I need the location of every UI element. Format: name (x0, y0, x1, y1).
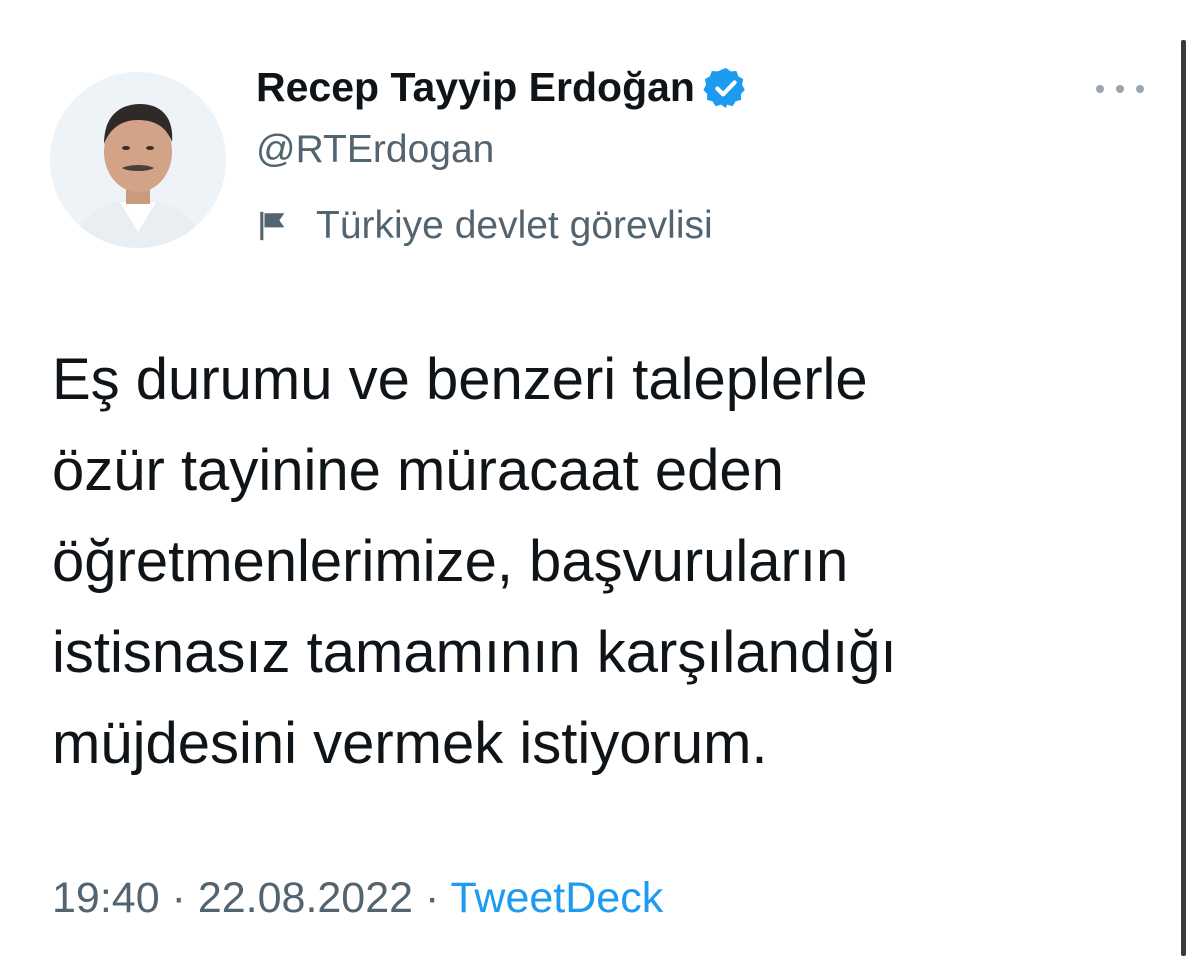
account-label: Türkiye devlet görevlisi (316, 204, 713, 247)
tweet-card: Recep Tayyip Erdoğan @RTErdogan Türkiye … (0, 0, 1199, 956)
verified-badge-icon (703, 65, 749, 111)
author-name-row[interactable]: Recep Tayyip Erdoğan (256, 64, 749, 111)
meta-separator-2: · (425, 874, 440, 922)
more-options-icon[interactable] (1096, 74, 1144, 104)
author-handle[interactable]: @RTErdogan (256, 128, 494, 172)
meta-separator: · (171, 874, 186, 922)
scrollbar[interactable] (1181, 40, 1186, 956)
tweet-meta: 19:40 · 22.08.2022 · TweetDeck (52, 874, 663, 923)
author-display-name[interactable]: Recep Tayyip Erdoğan (256, 64, 695, 111)
account-label-row[interactable]: Türkiye devlet görevlisi (256, 204, 713, 248)
tweet-date[interactable]: 22.08.2022 (198, 874, 413, 922)
avatar[interactable] (50, 72, 226, 248)
tweet-text: Eş durumu ve benzeri taleplerle özür tay… (52, 347, 897, 776)
profile-photo-icon (50, 72, 226, 248)
tweet-source-link[interactable]: TweetDeck (451, 874, 664, 922)
flag-icon (256, 209, 290, 243)
tweet-time[interactable]: 19:40 (52, 874, 160, 922)
